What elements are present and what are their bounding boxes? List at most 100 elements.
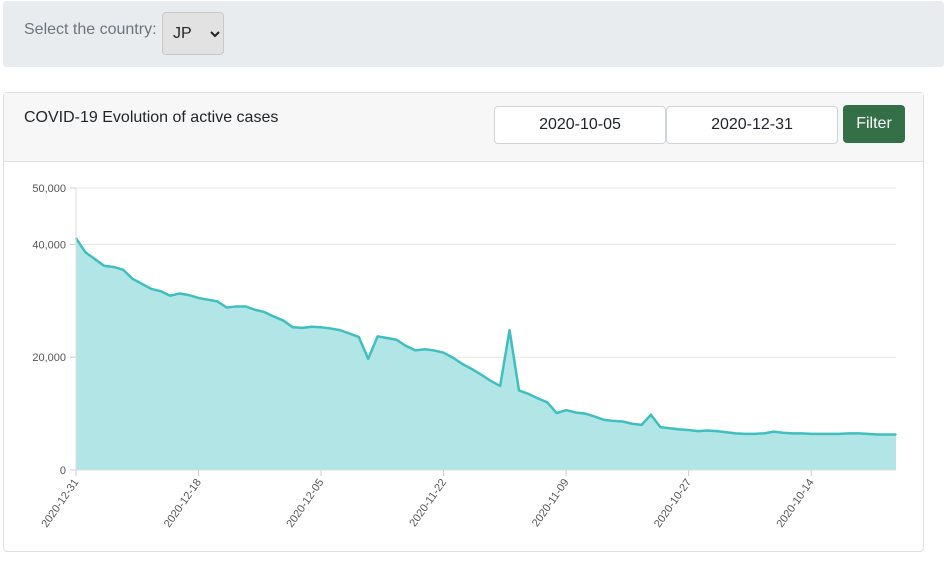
data-point: [122, 268, 124, 271]
data-point: [94, 258, 96, 260]
data-point: [499, 385, 501, 387]
x-tick-label: 2020-12-05: [284, 477, 326, 530]
data-point: [631, 422, 633, 425]
data-point: [169, 294, 172, 297]
data-point: [320, 326, 322, 329]
data-point: [725, 431, 728, 434]
data-point: [244, 305, 247, 308]
data-point: [301, 327, 304, 329]
data-point: [291, 326, 294, 329]
data-point: [282, 319, 285, 322]
data-point: [706, 429, 709, 432]
data-point: [555, 412, 558, 414]
data-point: [650, 413, 652, 416]
y-tick-label: 40,000: [32, 239, 66, 251]
data-point: [763, 432, 765, 435]
data-point: [131, 278, 134, 280]
data-point: [621, 420, 624, 423]
data-point: [216, 300, 219, 303]
data-point: [876, 433, 878, 436]
data-point: [471, 368, 473, 370]
data-point: [687, 429, 690, 431]
data-point: [697, 430, 699, 432]
data-point: [141, 283, 143, 285]
data-point: [452, 356, 454, 359]
data-point: [461, 363, 464, 365]
data-point: [339, 329, 341, 331]
data-point: [357, 336, 360, 338]
data-point: [423, 348, 426, 351]
data-point: [668, 427, 671, 430]
data-point: [546, 401, 549, 404]
data-point: [348, 332, 351, 335]
data-point: [565, 409, 567, 412]
data-point: [744, 433, 746, 435]
y-axis: 0 20,000 40,000 50,000: [32, 183, 77, 477]
x-tick-label: 2020-10-14: [775, 477, 817, 530]
data-point: [659, 426, 662, 428]
data-point: [895, 433, 897, 436]
data-point: [593, 415, 596, 418]
data-point: [433, 349, 435, 352]
data-point: [819, 433, 822, 435]
data-point: [603, 419, 605, 421]
data-point: [207, 298, 209, 301]
data-point: [367, 358, 369, 360]
data-point: [310, 325, 313, 328]
x-tick-label: 2020-12-18: [162, 477, 204, 530]
data-point: [753, 433, 756, 435]
y-tick-label: 50,000: [32, 183, 66, 195]
data-point: [584, 412, 586, 415]
data-point: [574, 411, 577, 414]
data-point: [84, 251, 87, 254]
data-point: [838, 433, 841, 435]
data-point: [885, 433, 888, 436]
data-point: [414, 349, 417, 352]
data-point: [329, 327, 332, 330]
data-point: [518, 389, 520, 392]
active-cases-chart: 0 20,000 40,000 50,000 2020-12-31 2020-12-18…: [32, 183, 897, 530]
data-point: [734, 432, 737, 435]
data-point: [782, 431, 784, 434]
data-point: [640, 424, 643, 426]
x-tick-label: 2020-12-31: [39, 477, 81, 530]
x-tick-label: 2020-10-27: [652, 477, 694, 530]
data-point: [612, 420, 615, 422]
data-point: [273, 315, 275, 318]
x-axis: 2020-12-31 2020-12-18 2020-12-05 2020-11-22…: [39, 469, 896, 530]
y-tick-label: 20,000: [32, 352, 66, 364]
data-point: [800, 432, 803, 435]
area-series: [74, 237, 897, 470]
data-point: [160, 290, 162, 293]
area-fill: [76, 238, 896, 470]
data-point: [508, 329, 511, 331]
x-tick-label: 2020-11-09: [530, 477, 572, 529]
data-point: [772, 430, 775, 433]
data-point: [226, 306, 228, 309]
data-point: [376, 335, 379, 338]
data-point: [480, 373, 483, 376]
data-point: [254, 309, 256, 311]
data-point: [716, 430, 718, 432]
x-tick-label: 2020-11-22: [407, 477, 449, 529]
data-point: [810, 433, 812, 435]
data-point: [263, 311, 266, 313]
data-point: [537, 397, 539, 400]
data-point: [188, 294, 190, 296]
data-point: [112, 266, 115, 268]
data-point: [395, 338, 398, 341]
data-point: [866, 433, 869, 435]
y-tick-label: 0: [60, 465, 66, 477]
data-point: [235, 305, 238, 308]
data-point: [386, 337, 388, 339]
data-point: [791, 432, 794, 435]
data-point: [848, 432, 850, 435]
data-point: [829, 433, 831, 435]
data-point: [678, 428, 681, 431]
data-point: [103, 265, 106, 267]
data-point: [527, 393, 530, 395]
data-point: [405, 345, 407, 347]
data-point: [489, 380, 492, 382]
data-point: [442, 351, 445, 354]
data-point: [197, 297, 200, 299]
